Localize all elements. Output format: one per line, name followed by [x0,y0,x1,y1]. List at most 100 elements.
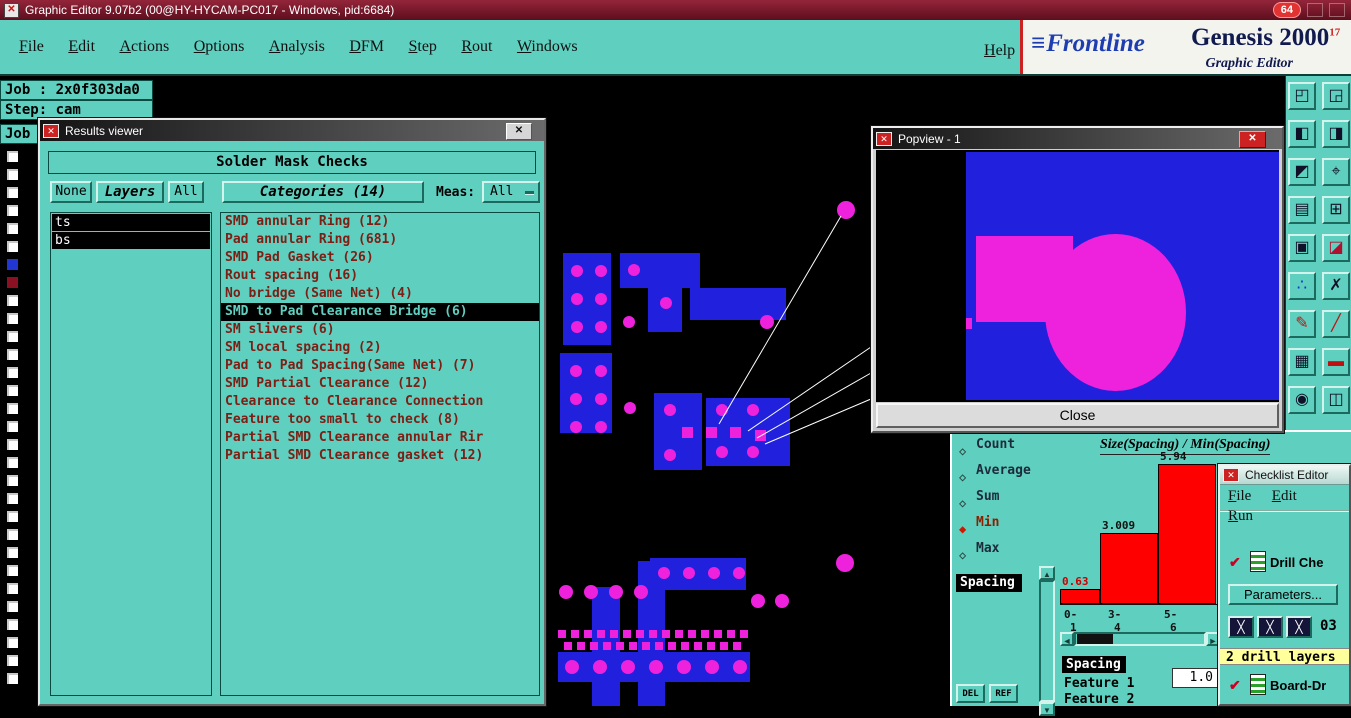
layer-toggle[interactable] [6,546,19,559]
select-area-button[interactable]: ▦ [1288,348,1316,376]
scroll-down-icon[interactable]: ▼ [1039,702,1055,716]
layer-toggle[interactable] [6,402,19,415]
layer-toggle[interactable] [6,186,19,199]
checklist-titlebar[interactable]: ✕ Checklist Editor [1220,466,1349,485]
feature-2-item[interactable]: Feature 2 [1064,692,1134,707]
layer-toggle[interactable] [6,150,19,163]
menu-file[interactable]: File [10,34,53,60]
layer-toggle[interactable] [6,528,19,541]
red-bar-button[interactable]: ▬ [1322,348,1350,376]
layer-toggle[interactable] [6,582,19,595]
layer-toggle[interactable] [6,348,19,361]
results-viewer-titlebar[interactable]: ✕ Results viewer ✕ [40,120,544,141]
scroll-thumb[interactable] [1077,634,1113,644]
layer-toggle[interactable] [6,276,19,289]
layer-toggle[interactable] [6,618,19,631]
histogram-scrollbar[interactable]: ◄ ► [1060,632,1220,646]
layer-toggle[interactable] [6,654,19,667]
layer-toggle[interactable] [6,636,19,649]
scroll-track[interactable] [1039,580,1055,702]
feature-value-field[interactable]: 1.0 [1172,668,1218,688]
popview-close-button[interactable]: Close [876,403,1279,428]
category-row[interactable]: SMD Pad Gasket (26) [221,249,539,267]
checklist-menu-run[interactable]: Run [1220,505,1261,525]
analysis-action-icon[interactable]: ╳ [1228,616,1254,638]
layers-table-button[interactable]: ▤ [1288,196,1316,224]
pan-origin-button[interactable]: ⌖ [1322,158,1350,186]
layer-toggle[interactable] [6,294,19,307]
category-row[interactable]: Pad annular Ring (681) [221,231,539,249]
category-row[interactable]: Partial SMD Clearance annular Rir [221,429,539,447]
menu-actions[interactable]: Actions [110,34,178,60]
meas-dropdown[interactable]: All [482,181,540,203]
layer-toggle[interactable] [6,222,19,235]
layer-toggle[interactable] [6,420,19,433]
layer-toggle[interactable] [6,672,19,685]
analysis-action-icon[interactable]: ╳ [1257,616,1283,638]
checkmark-icon[interactable]: ✔ [1229,554,1241,571]
menu-step[interactable]: Step [399,34,445,60]
parameters-button[interactable]: Parameters... [1228,584,1338,605]
category-row[interactable]: Pad to Pad Spacing(Same Net) (7) [221,357,539,375]
checklist-menu-edit[interactable]: Edit [1264,485,1305,505]
layer-list-item[interactable]: bs [52,232,210,249]
cluster-dots-button[interactable]: ∴ [1288,272,1316,300]
redline-pencil-button[interactable]: ✎ [1288,310,1316,338]
grid-button[interactable]: ⊞ [1322,196,1350,224]
layer-toggle[interactable] [6,312,19,325]
menu-analysis[interactable]: Analysis [260,34,334,60]
layer-toggle[interactable] [6,258,19,271]
layer-toggle[interactable] [6,456,19,469]
menu-options[interactable]: Options [185,34,254,60]
menu-rout[interactable]: Rout [452,34,501,60]
category-row[interactable]: SMD annular Ring (12) [221,213,539,231]
category-row[interactable]: SM local spacing (2) [221,339,539,357]
category-row-selected[interactable]: SMD to Pad Clearance Bridge (6) [221,303,539,321]
close-icon[interactable]: ✕ [1239,131,1266,148]
flag-button[interactable]: ◪ [1322,234,1350,262]
layer-list-item[interactable]: ts [52,214,210,231]
measure-option-max[interactable]: ◇ Max [952,536,1060,562]
split-view-button[interactable]: ◫ [1322,386,1350,414]
layer-toggle[interactable] [6,330,19,343]
window-copy-button[interactable]: ◰ [1288,82,1316,110]
layers-button[interactable]: Layers [96,181,164,203]
checklist-menu-file[interactable]: File [1220,485,1259,505]
menu-dfm[interactable]: DFM [340,34,393,60]
measure-option-sum[interactable]: ◇ Sum [952,484,1060,510]
taskbar-tray-icon[interactable] [1307,3,1323,17]
layer-toggle[interactable] [6,240,19,253]
feature-mode-selected[interactable]: Spacing [1062,656,1126,673]
measure-option-average[interactable]: ◇ Average [952,458,1060,484]
highlight-pad-button[interactable]: ▣ [1288,234,1316,262]
analysis-action-icon[interactable]: ╳ [1286,616,1312,638]
delete-x-button[interactable]: ✗ [1322,272,1350,300]
layer-toggle[interactable] [6,366,19,379]
all-button[interactable]: All [168,181,204,203]
window-titlebar[interactable]: ✕ Graphic Editor 9.07b2 (00@HY-HYCAM-PC0… [0,0,1351,20]
layer-toggle[interactable] [6,600,19,613]
category-row[interactable]: No bridge (Same Net) (4) [221,285,539,303]
diagonal-measure-button[interactable]: ╱ [1322,310,1350,338]
taskbar-tray-icon-2[interactable] [1329,3,1345,17]
scroll-left-icon[interactable]: ◄ [1060,632,1074,646]
layer-toggle[interactable] [6,384,19,397]
snapshot-button[interactable]: ◩ [1288,158,1316,186]
measure-option-min[interactable]: ◆ Min [952,510,1060,536]
checklist-action-1[interactable]: Drill Che [1270,555,1323,570]
measure-scrollbar[interactable]: ▲ ▼ [1039,566,1055,716]
category-row[interactable]: SM slivers (6) [221,321,539,339]
none-button[interactable]: None [50,181,92,203]
category-row[interactable]: SMD Partial Clearance (12) [221,375,539,393]
feature-1-item[interactable]: Feature 1 [1064,676,1134,691]
layer-toggle[interactable] [6,168,19,181]
category-row[interactable]: Rout spacing (16) [221,267,539,285]
close-icon[interactable]: ✕ [506,123,532,140]
layer-toggle[interactable] [6,474,19,487]
menu-edit[interactable]: Edit [59,34,104,60]
layer-toggle[interactable] [6,204,19,217]
layer-toggle[interactable] [6,438,19,451]
import-step-button[interactable]: ◧ [1288,120,1316,148]
checklist-action-2[interactable]: Board-Dr [1270,678,1326,693]
category-row[interactable]: Feature too small to check (8) [221,411,539,429]
